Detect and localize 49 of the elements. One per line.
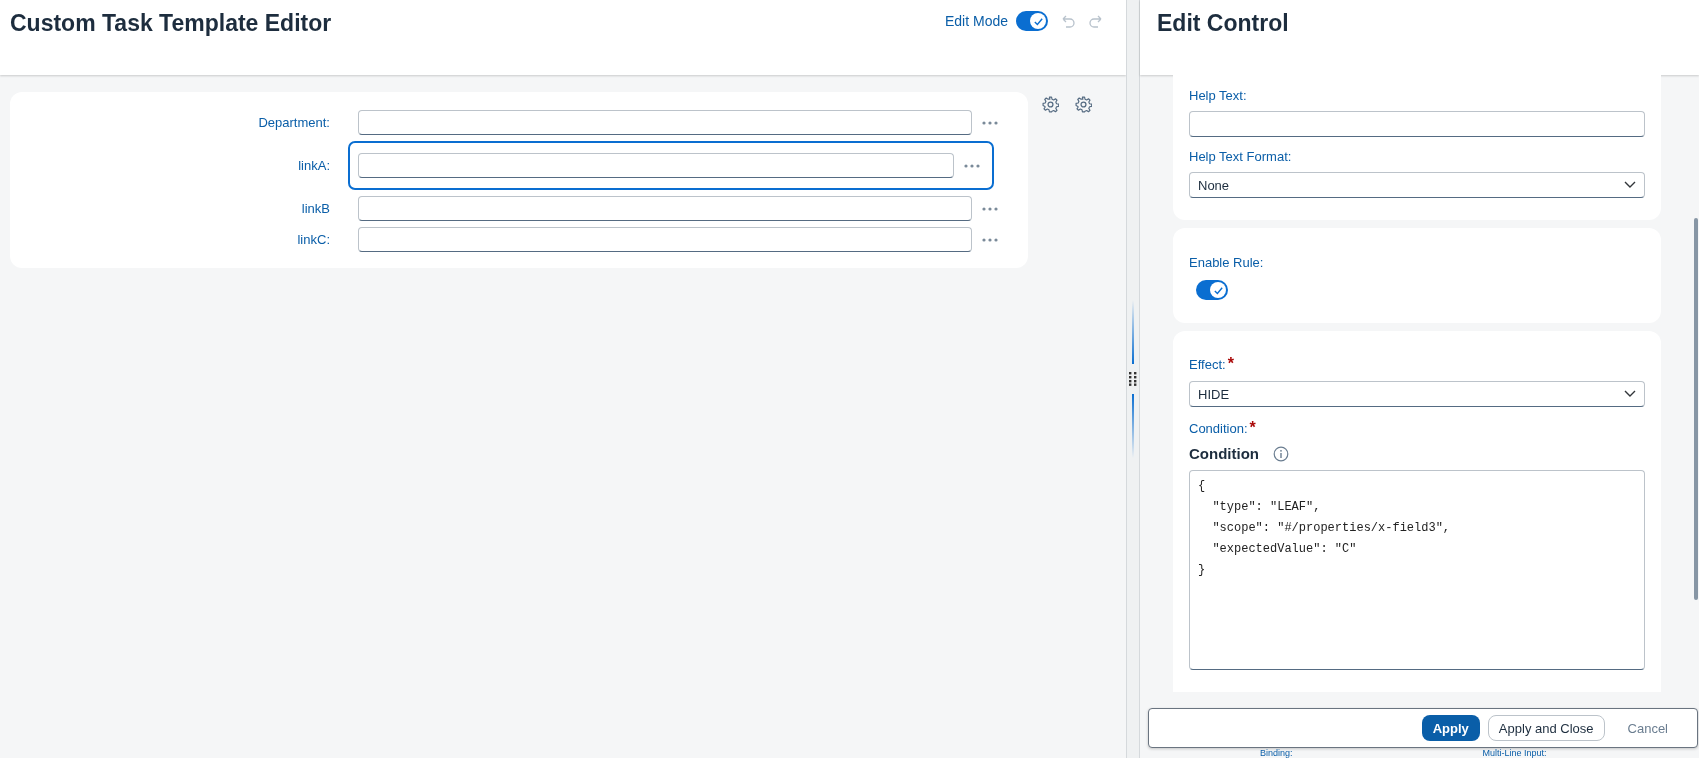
field-row[interactable]: linkC: bbox=[10, 227, 1028, 252]
input-field[interactable] bbox=[358, 196, 972, 221]
field-label: linkC: bbox=[296, 232, 331, 247]
more-icon[interactable] bbox=[982, 206, 998, 211]
field-label: linkA: bbox=[297, 158, 331, 173]
scrollbar-thumb[interactable] bbox=[1694, 218, 1698, 600]
condition-code-editor[interactable]: { "type": "LEAF", "scope": "#/properties/x-field3", "expectedValue": "C" } bbox=[1189, 470, 1645, 670]
code-line: } bbox=[1198, 562, 1207, 579]
more-icon[interactable] bbox=[964, 163, 980, 168]
settings-icon[interactable] bbox=[1075, 96, 1092, 113]
condition-heading: Condition bbox=[1189, 445, 1259, 462]
field-row[interactable]: Department: bbox=[10, 110, 1028, 135]
field-label: Help Text: bbox=[1189, 88, 1248, 103]
edit-mode-label: Edit Mode bbox=[944, 13, 1008, 29]
panel-title: Edit Control bbox=[1157, 10, 1290, 37]
check-icon bbox=[1032, 15, 1044, 27]
field-row[interactable]: linkB bbox=[10, 196, 1028, 221]
page-title: Custom Task Template Editor bbox=[10, 10, 332, 37]
chevron-down-icon bbox=[1624, 181, 1636, 189]
field-label: Department: bbox=[257, 115, 331, 130]
check-icon bbox=[1212, 284, 1224, 296]
effect-dropdown[interactable]: HIDE bbox=[1189, 381, 1645, 407]
code-line: "type": "LEAF", bbox=[1211, 499, 1322, 516]
apply-button[interactable]: Apply bbox=[1421, 715, 1480, 741]
field-label: Binding: bbox=[1260, 748, 1293, 758]
settings-icon[interactable] bbox=[1042, 96, 1059, 113]
input-field[interactable] bbox=[358, 110, 972, 135]
code-line: { bbox=[1198, 478, 1207, 495]
code-line: "expectedValue": "C" bbox=[1211, 541, 1358, 558]
drag-handle-icon[interactable] bbox=[1129, 372, 1137, 386]
chevron-down-icon bbox=[1624, 390, 1636, 398]
info-icon[interactable] bbox=[1273, 445, 1289, 462]
field-label: linkB bbox=[300, 201, 331, 216]
cancel-button[interactable]: Cancel bbox=[1616, 715, 1679, 741]
help-text-field[interactable] bbox=[1189, 111, 1645, 137]
format-dropdown[interactable]: None bbox=[1189, 172, 1645, 198]
field-label: Help Text Format: bbox=[1189, 149, 1293, 164]
field-label: Effect:* bbox=[1189, 355, 1235, 373]
apply-close-button[interactable]: Apply and Close bbox=[1487, 715, 1605, 741]
more-icon[interactable] bbox=[982, 237, 998, 242]
input-field[interactable] bbox=[358, 153, 954, 178]
input-field[interactable] bbox=[358, 227, 972, 252]
more-icon[interactable] bbox=[982, 120, 998, 125]
field-label: Enable Rule: bbox=[1189, 255, 1265, 270]
enable-rule-switch[interactable] bbox=[1196, 280, 1228, 300]
code-line: "scope": "#/properties/x-field3", bbox=[1211, 520, 1452, 537]
field-label: Multi-Line Input: bbox=[1482, 748, 1547, 758]
edit-mode-switch[interactable] bbox=[1016, 11, 1048, 31]
field-label: Condition:* bbox=[1189, 419, 1257, 437]
